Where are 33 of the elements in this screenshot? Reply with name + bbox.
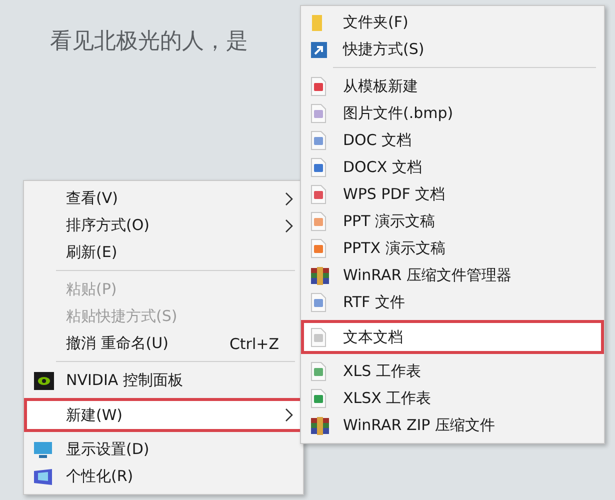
menu-item[interactable]: RTF 文件	[301, 289, 604, 316]
menu-item[interactable]: 显示设置(D)	[24, 436, 303, 463]
books-stack-icon	[311, 416, 329, 434]
chevron-right-icon	[285, 192, 293, 206]
menu-item[interactable]: 新建(W)	[24, 398, 303, 432]
menu-item[interactable]: XLS 工作表	[301, 358, 604, 385]
menu-item[interactable]: WPS PDF 文档	[301, 181, 604, 208]
menu-item[interactable]: PPT 演示文稿	[301, 208, 604, 235]
menu-item[interactable]: 文本文档	[301, 320, 604, 354]
menu-item[interactable]: 文件夹(F)	[301, 9, 604, 36]
menu-item[interactable]: DOCX 文档	[301, 154, 604, 181]
personalize-icon	[34, 468, 52, 484]
menu-item[interactable]: DOC 文档	[301, 127, 604, 154]
menu-item[interactable]: WinRAR 压缩文件管理器	[301, 262, 604, 289]
chevron-right-icon	[285, 218, 293, 232]
chevron-right-icon	[285, 408, 293, 422]
menu-item[interactable]: PPTX 演示文稿	[301, 235, 604, 262]
menu-item[interactable]: 撤消 重命名(U) Ctrl+Z	[24, 330, 303, 357]
folder-icon	[311, 14, 323, 32]
menu-item[interactable]: XLSX 工作表	[301, 385, 604, 412]
menu-item[interactable]: 刷新(E)	[24, 239, 303, 266]
menu-item[interactable]: 查看(V)	[24, 185, 303, 212]
menu-item[interactable]: 图片文件(.bmp)	[301, 100, 604, 127]
menu-item[interactable]: 排序方式(O)	[24, 212, 303, 239]
menu-item[interactable]: NVIDIA 控制面板	[24, 367, 303, 394]
eye-logo-icon	[34, 372, 54, 390]
menu-item[interactable]: 快捷方式(S)	[301, 36, 604, 63]
desktop-heading: 看见北极光的人，是	[50, 28, 248, 56]
monitor-icon	[34, 442, 52, 458]
menu-item[interactable]: 从模板新建	[301, 73, 604, 100]
menu-item[interactable]: WinRAR ZIP 压缩文件	[301, 412, 604, 439]
books-stack-icon	[311, 266, 329, 284]
menu-item[interactable]: 个性化(R)	[24, 463, 303, 490]
